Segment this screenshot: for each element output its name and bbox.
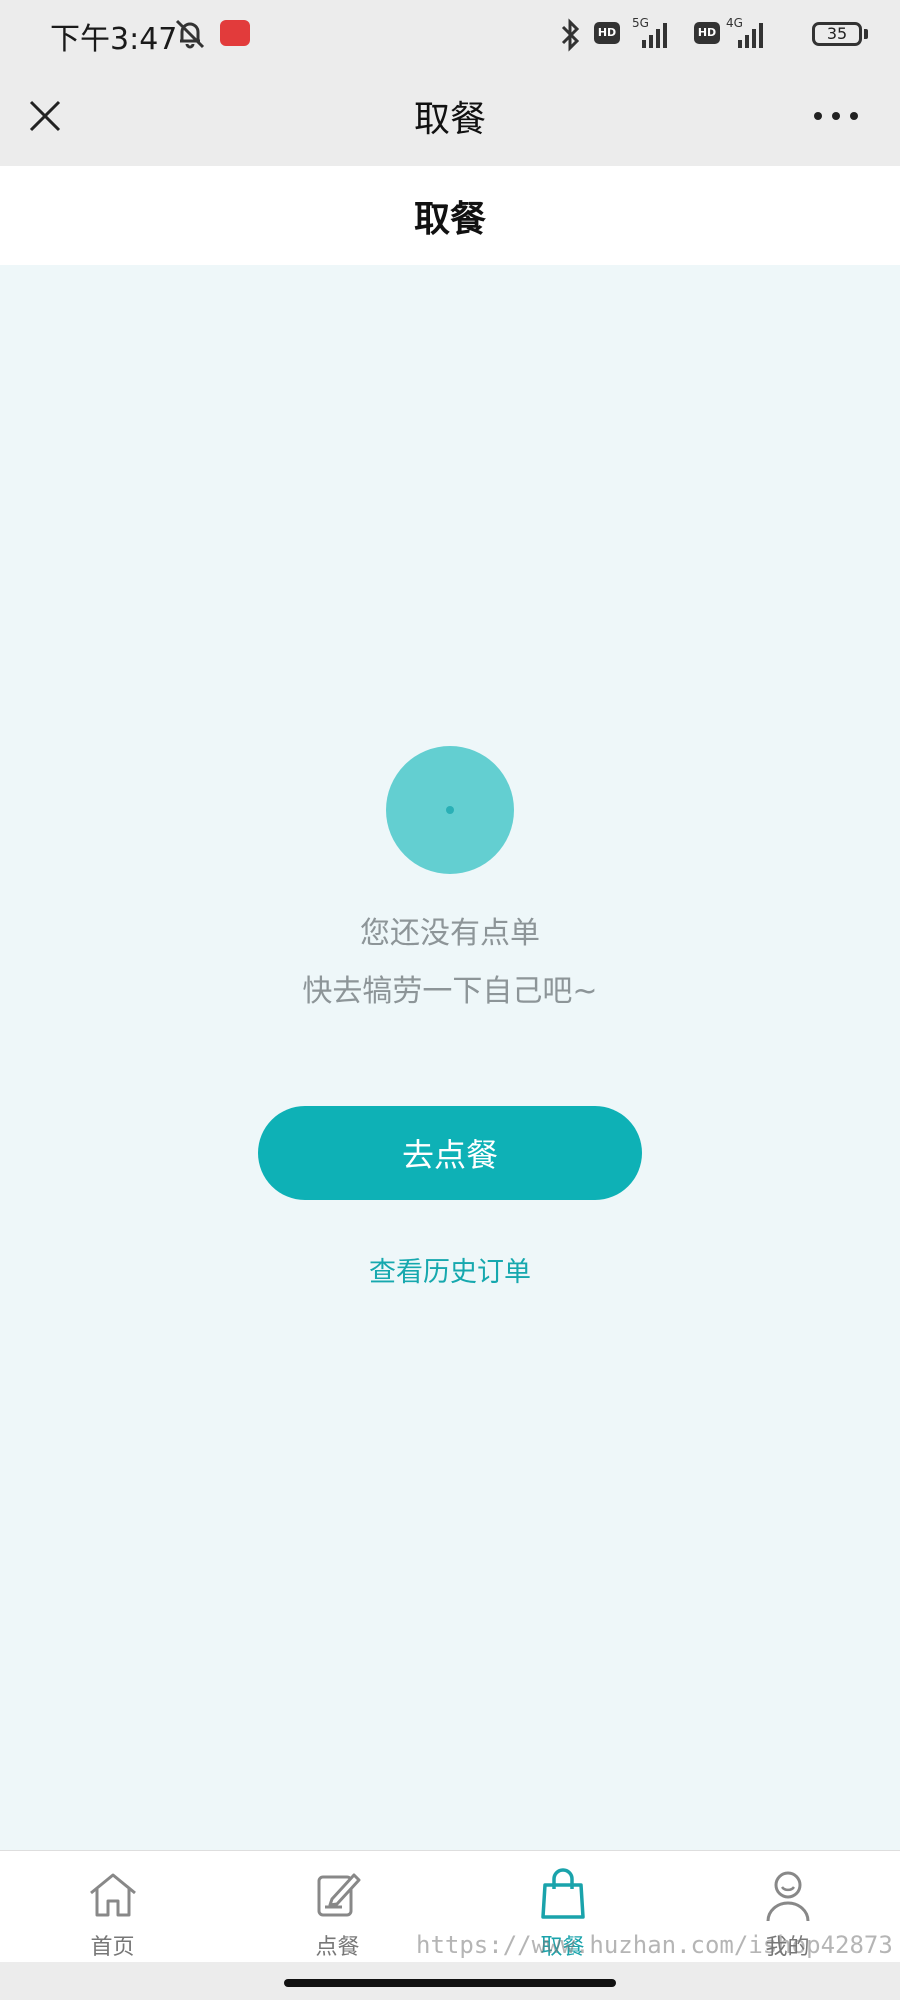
empty-state-message: 您还没有点单 (360, 916, 540, 951)
bluetooth-icon (561, 18, 580, 52)
tab-label-home: 首页 (90, 1935, 135, 1960)
status-indicators: HD 5G HD 4G 35 (540, 0, 900, 70)
home-indicator[interactable] (284, 1979, 616, 1987)
signal-5g-icon (642, 23, 667, 48)
illustration-dot (446, 806, 454, 814)
tab-bar: 首页 点餐 取餐 我的 https://www.huzhan.com/ishop… (0, 1850, 900, 1963)
nav-bar: 取餐 (0, 70, 900, 166)
signal-4g-icon (738, 23, 763, 48)
nav-title: 取餐 (413, 99, 486, 140)
empty-state-illustration (386, 746, 514, 874)
hd-badge-2: HD (694, 22, 720, 44)
mute-bell-icon (175, 19, 205, 49)
order-edit-icon (317, 1873, 361, 1917)
home-indicator-area (0, 1962, 900, 2000)
battery-tip (864, 29, 868, 39)
go-order-button[interactable]: 去点餐 (258, 1106, 642, 1200)
more-options-icon[interactable] (810, 96, 866, 136)
status-time: 下午3:47 (50, 22, 178, 57)
watermark: https://www.huzhan.com/ishop42873 (416, 1931, 893, 1959)
status-bar: 下午3:47 HD 5G HD 4G 35 (0, 0, 900, 70)
battery-icon: 35 (812, 22, 862, 46)
empty-state-submessage: 快去犒劳一下自己吧~ (302, 974, 598, 1009)
page-title: 取餐 (413, 199, 486, 240)
home-icon (90, 1873, 136, 1917)
order-history-link[interactable]: 查看历史订单 (0, 1250, 900, 1289)
tab-home[interactable]: 首页 (0, 1851, 225, 1963)
shopping-bag-icon (541, 1868, 585, 1919)
news-app-icon (220, 20, 250, 46)
user-icon (766, 1871, 810, 1922)
hd-badge: HD (594, 22, 620, 44)
page-header: 取餐 (0, 166, 900, 265)
